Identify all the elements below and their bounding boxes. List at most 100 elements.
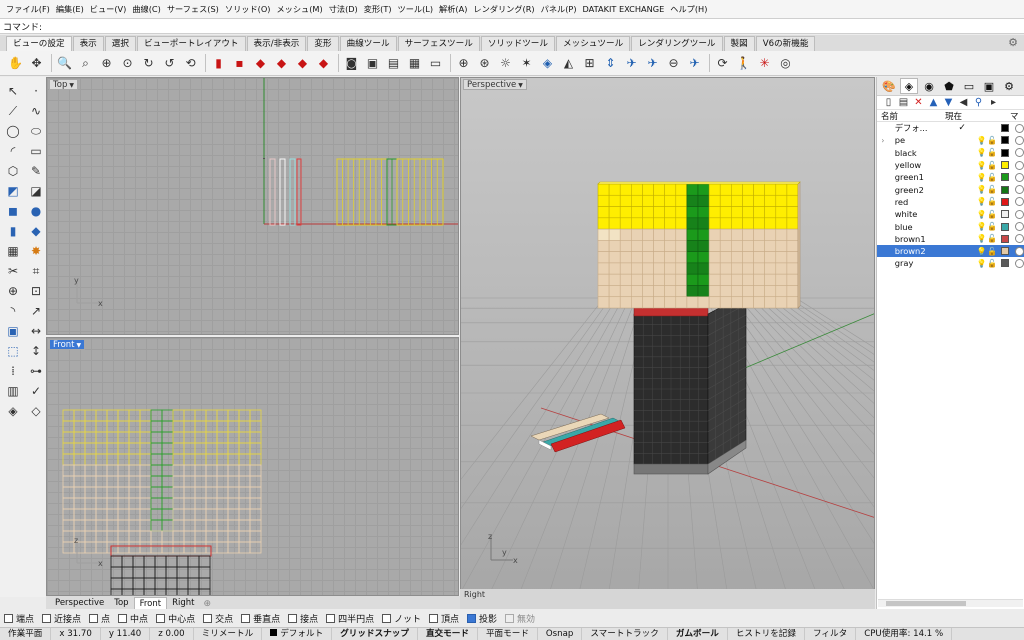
layer-name[interactable]: brown1 <box>889 234 948 244</box>
walkabout-icon[interactable]: 🚶 <box>734 54 753 73</box>
point-icon[interactable]: · <box>25 81 47 101</box>
move-up-icon[interactable]: ▲ <box>926 97 941 108</box>
osnap-checkbox[interactable] <box>203 613 213 623</box>
material-tab-icon[interactable]: ⬟ <box>940 78 958 94</box>
surface-icon[interactable]: ◩ <box>2 181 24 201</box>
cylinder-icon[interactable]: ▮ <box>2 221 24 241</box>
layer-name[interactable]: green1 <box>889 172 948 182</box>
status-filter[interactable]: フィルタ <box>805 628 857 640</box>
menu-item[interactable]: ツール(L) <box>395 3 437 15</box>
spotlight-icon[interactable]: ✶ <box>517 54 536 73</box>
viewport-top[interactable]: Top ▼ y x <box>46 77 459 335</box>
loft-icon[interactable]: ◪ <box>25 181 47 201</box>
material-circle[interactable] <box>1015 148 1024 158</box>
capture-icon[interactable]: ▣ <box>363 54 382 73</box>
menu-item[interactable]: ビュー(V) <box>87 3 130 15</box>
scroll-thumb[interactable] <box>886 601 966 606</box>
fillet-icon[interactable]: ◝ <box>2 301 24 321</box>
osnap-checkbox[interactable] <box>382 613 392 623</box>
viewport-tab[interactable]: Right <box>167 597 199 609</box>
move-down-icon[interactable]: ▼ <box>941 97 956 108</box>
car-front-icon[interactable]: ▮ <box>209 54 228 73</box>
viewport-front[interactable]: Front ▼ z x <box>46 337 459 596</box>
lock-icon[interactable]: 🔓 <box>987 161 998 170</box>
command-input[interactable] <box>42 19 1024 33</box>
sparkle-icon[interactable]: ✳ <box>755 54 774 73</box>
properties-tab-icon[interactable]: 🎨 <box>880 78 898 94</box>
curve-icon[interactable]: ∿ <box>25 101 47 121</box>
osnap-option[interactable]: 端点 <box>4 612 34 625</box>
toolbar-tab[interactable]: メッシュツール <box>556 36 631 51</box>
lightbulb-icon[interactable]: 💡 <box>977 185 987 194</box>
extrude-icon[interactable]: ◆ <box>25 221 47 241</box>
lightbulb-icon[interactable]: 💡 <box>977 197 987 206</box>
osnap-option[interactable]: 中心点 <box>156 612 195 625</box>
status-osnap[interactable]: Osnap <box>538 628 583 640</box>
settings-tab-icon[interactable]: ⚙ <box>1000 78 1018 94</box>
layer-color-swatch[interactable] <box>1001 136 1010 145</box>
lock-icon[interactable]: 🔓 <box>987 136 998 145</box>
layer-row[interactable]: white 💡 🔓 <box>877 208 1024 220</box>
lock-icon[interactable]: 🔓 <box>987 197 998 206</box>
layer-row[interactable]: green1 💡 🔓 <box>877 171 1024 183</box>
layer-color-swatch[interactable] <box>1001 148 1010 157</box>
fly-icon[interactable]: ✈ <box>685 54 704 73</box>
viewport-tab[interactable]: Top <box>109 597 133 609</box>
layer-color-swatch[interactable] <box>1001 210 1010 219</box>
toolbar-tab[interactable]: サーフェスツール <box>397 36 480 51</box>
lightbulb-icon[interactable]: 💡 <box>977 148 987 157</box>
globe-icon[interactable]: ◎ <box>776 54 795 73</box>
layer-name[interactable]: brown2 <box>889 246 948 256</box>
status-smarttrack[interactable]: スマートトラック <box>582 628 668 640</box>
tools-icon[interactable]: ▸ <box>986 97 1001 108</box>
menu-item[interactable]: レンダリング(R) <box>470 3 537 15</box>
menu-item[interactable]: 曲線(C) <box>129 3 163 15</box>
layout-icon[interactable]: ▦ <box>405 54 424 73</box>
undo-view-icon[interactable]: ↺ <box>160 54 179 73</box>
layer-row[interactable]: yellow 💡 🔓 <box>877 159 1024 171</box>
osnap-option[interactable]: 接点 <box>288 612 318 625</box>
layers-tab-icon[interactable]: ◈ <box>900 78 918 94</box>
print-icon[interactable]: ▤ <box>384 54 403 73</box>
toolbar-tab[interactable]: 製図 <box>723 36 755 51</box>
menu-item[interactable]: 寸法(D) <box>326 3 361 15</box>
layer-name[interactable]: gray <box>889 258 948 268</box>
toolbar-tab[interactable]: ソリッドツール <box>480 36 555 51</box>
lock-icon[interactable]: 🔓 <box>987 259 998 268</box>
layer-name[interactable]: pe <box>889 135 948 145</box>
menu-item[interactable]: 編集(E) <box>53 3 87 15</box>
osnap-checkbox[interactable] <box>241 613 251 623</box>
shaded-icon[interactable]: ◭ <box>559 54 578 73</box>
layer-name[interactable]: white <box>889 209 948 219</box>
display-mode-icon[interactable]: ◈ <box>538 54 557 73</box>
lightbulb-icon[interactable]: 💡 <box>977 222 987 231</box>
boolean-icon[interactable]: ▣ <box>2 321 24 341</box>
osnap-option[interactable]: ノット <box>382 612 421 625</box>
target-icon[interactable]: ⊕ <box>454 54 473 73</box>
split-icon[interactable]: ⌗ <box>25 261 47 281</box>
layer-color-swatch[interactable] <box>1001 234 1010 243</box>
cplane-icon[interactable]: ⊞ <box>580 54 599 73</box>
column-current[interactable]: 現在 <box>945 110 975 122</box>
lightbulb-icon[interactable]: 💡 <box>977 161 987 170</box>
menu-item[interactable]: パネル(P) <box>538 3 580 15</box>
menu-item[interactable]: 変形(T) <box>361 3 395 15</box>
material-circle[interactable] <box>1015 135 1024 145</box>
car-top-icon[interactable]: ◆ <box>293 54 312 73</box>
named-view-icon[interactable]: ⟲ <box>181 54 200 73</box>
toolbar-tab[interactable]: ビューの設定 <box>6 36 72 51</box>
zoom-window-icon[interactable]: ⌕ <box>76 54 95 73</box>
status-planar[interactable]: 平面モード <box>478 628 538 640</box>
osnap-checkbox[interactable] <box>505 613 514 623</box>
menu-item[interactable]: ファイル(F) <box>3 3 53 15</box>
lock-icon[interactable]: 🔓 <box>987 247 998 256</box>
layer-row[interactable]: brown2 💡 🔓 <box>877 244 1024 258</box>
osnap-checkbox[interactable] <box>326 613 336 623</box>
menu-item[interactable]: 解析(A) <box>436 3 470 15</box>
osnap-option[interactable]: 四半円点 <box>326 612 374 625</box>
material-circle[interactable] <box>1015 160 1024 170</box>
viewport-right-strip[interactable]: Right <box>460 589 875 609</box>
elevator-icon[interactable]: ⇕ <box>601 54 620 73</box>
menu-item[interactable]: DATAKIT EXCHANGE <box>580 4 668 14</box>
layer-row[interactable]: red 💡 🔓 <box>877 196 1024 208</box>
